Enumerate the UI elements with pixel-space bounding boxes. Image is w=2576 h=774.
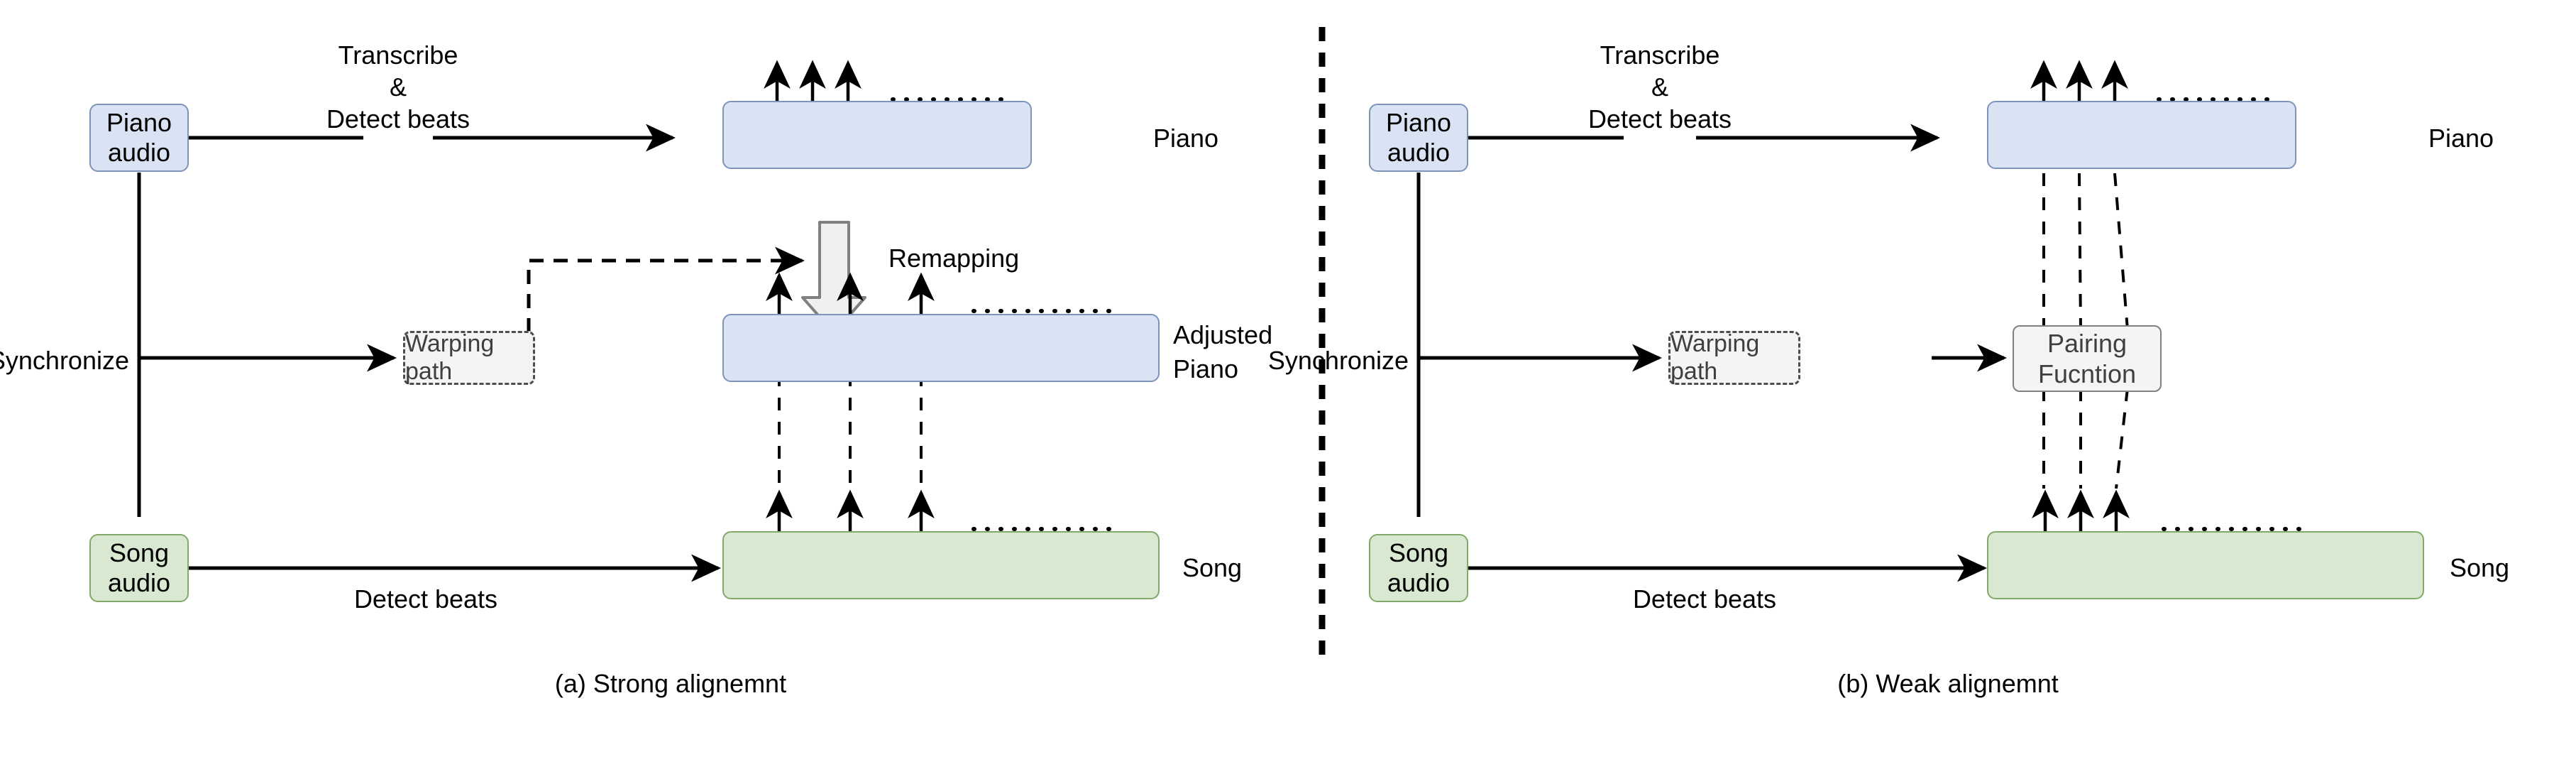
panel-b-transcribe-line2: & <box>1651 72 1668 102</box>
panel-a-transcribe-label: Transcribe & Detect beats <box>326 39 470 135</box>
panel-b-synchronize-label: Synchronize <box>1267 346 1409 375</box>
panel-a-adjusted-piano-track <box>722 314 1160 382</box>
panel-b-piano-audio-label-line1: Piano <box>1385 107 1452 137</box>
panel-b-transcribe-line3: Detect beats <box>1587 104 1732 133</box>
panel-a-song-audio-label-line2: audio <box>107 568 171 597</box>
panel-b-warping-path-label: Warping path <box>1670 330 1760 385</box>
panel-a-warping-path-node[interactable]: Warping path <box>403 330 535 385</box>
panel-b-caption: (b) Weak alignemnt <box>1837 669 2059 698</box>
panel-b-piano-track <box>1987 101 2296 169</box>
panel-a-piano-audio-label-line2: audio <box>107 138 171 167</box>
panel-a-transcribe-line3: Detect beats <box>326 104 470 133</box>
panel-a-detect-beats-label: Detect beats <box>353 584 498 614</box>
panel-a-song-audio-label-line1: Song <box>109 538 170 567</box>
panel-a-song-audio-node[interactable]: Song audio <box>89 534 189 602</box>
panel-b-song-audio-label-line2: audio <box>1387 568 1451 597</box>
panel-b-transcribe-label: Transcribe & Detect beats <box>1588 39 1732 135</box>
panel-b-song-track <box>1987 531 2424 599</box>
panel-b-song-audio-node[interactable]: Song audio <box>1369 534 1468 602</box>
panel-a-adjusted-piano-track-label-line2: Piano <box>1173 354 1239 383</box>
panel-b-song-track-label: Song <box>2450 553 2510 582</box>
panel-b-song-audio-label-line1: Song <box>1388 538 1449 567</box>
panel-a-remapping-label: Remapping <box>888 244 1020 273</box>
panel-b-transcribe-line1: Transcribe <box>1600 40 1720 70</box>
panel-a-transcribe-line2: & <box>389 72 407 102</box>
panel-a-song-track <box>722 531 1160 599</box>
panel-b-piano-audio-node[interactable]: Piano audio <box>1369 104 1468 172</box>
panel-b-piano-audio-label-line2: audio <box>1387 138 1451 167</box>
panel-a-piano-audio-label-line1: Piano <box>106 107 172 137</box>
panel-a-caption: (a) Strong alignemnt <box>554 669 787 698</box>
panel-a-synchronize-label: Synchronize <box>0 346 129 375</box>
panel-a-piano-audio-node[interactable]: Piano audio <box>89 104 189 172</box>
panel-a-adjusted-piano-track-label-line1: Adjusted <box>1173 320 1273 349</box>
panel-a-warping-path-label: Warping path <box>405 330 495 385</box>
panel-b-piano-track-label: Piano <box>2428 124 2494 153</box>
panel-b-pairing-function-node[interactable]: Pairing Fucntion <box>2013 325 2162 392</box>
figure-canvas: Piano audio Song audio Warping path Tran… <box>0 0 2576 774</box>
panel-a-piano-track <box>722 101 1032 169</box>
panel-a-song-track-label: Song <box>1182 553 1243 582</box>
panel-b-pairing-function-label-line2: Fucntion <box>2037 359 2137 388</box>
panel-a-transcribe-line1: Transcribe <box>338 40 458 70</box>
panel-b-pairing-function-label-line1: Pairing <box>2047 328 2128 358</box>
panel-a-piano-track-label: Piano <box>1153 124 1219 153</box>
panel-b-warping-path-node[interactable]: Warping path <box>1668 330 1800 385</box>
panel-b-detect-beats-label: Detect beats <box>1632 584 1777 614</box>
